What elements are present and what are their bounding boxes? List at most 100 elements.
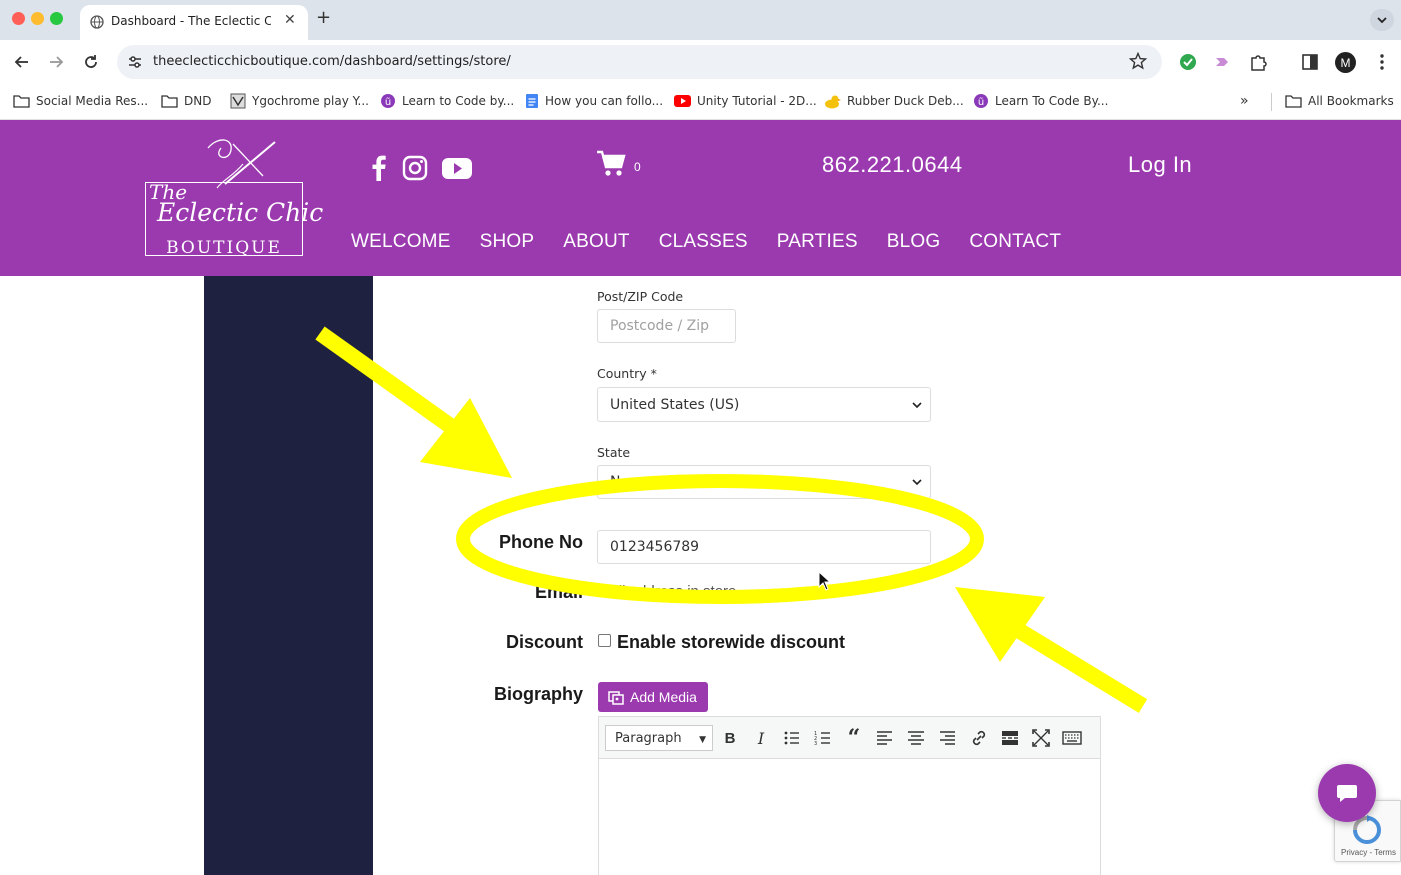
zip-input[interactable]: Postcode / Zip [597,309,736,343]
nav-parties[interactable]: PARTIES [777,231,858,253]
bookmark-item[interactable]: DND [161,92,211,110]
align-right-icon[interactable] [936,727,958,749]
keyboard-icon[interactable] [1061,727,1083,749]
login-link[interactable]: Log In [1128,152,1192,178]
country-label: Country * [597,366,657,381]
bookmark-label: Rubber Duck Deb... [847,94,964,108]
maximize-window-button[interactable] [50,12,63,25]
all-bookmarks-label: All Bookmarks [1308,94,1394,108]
logo-sub-text: BOUTIQUE [166,238,282,258]
bookmark-label: How you can follo... [545,94,664,108]
nav-welcome[interactable]: WELCOME [351,231,451,253]
nav-classes[interactable]: CLASSES [659,231,748,253]
dashboard-sidebar [204,276,373,875]
menu-kebab-icon[interactable] [1372,52,1392,72]
chat-bubble-icon [1337,785,1357,802]
state-select[interactable]: N [597,465,931,499]
bookmark-label: Learn to Code by... [402,94,515,108]
bookmark-item[interactable]: ũ Learn to Code by... [380,92,514,110]
arrow-right-shaft [1000,615,1148,713]
tab-title: Dashboard - The Eclectic Chic [111,14,271,28]
close-tab-icon[interactable]: ✕ [284,12,296,28]
instagram-icon[interactable] [400,153,430,183]
extension-arrow-icon[interactable] [1212,52,1232,72]
bookmark-item[interactable]: How you can follo... [525,92,663,110]
recaptcha-text[interactable]: Privacy - Terms [1341,848,1396,857]
chevron-down-icon [912,401,922,408]
align-center-icon[interactable] [905,727,927,749]
state-value: N [610,474,621,490]
bookmark-item[interactable]: Ygochrome play Y... [230,92,369,110]
close-window-button[interactable] [12,12,25,25]
extension-green-check-icon[interactable] [1178,52,1198,72]
numbered-list-icon[interactable]: 123 [812,727,834,749]
storewide-discount-checkbox[interactable] [598,634,611,647]
editor-toolbar: Paragraph ▼ B I 123 “ [599,717,1100,759]
url-text: theeclecticchicboutique.com/dashboard/se… [153,54,511,69]
site-info-icon[interactable] [127,54,143,70]
new-tab-icon[interactable]: + [316,7,331,28]
facebook-icon[interactable] [364,153,394,183]
bullet-list-icon[interactable] [781,727,803,749]
bookmarks-overflow-icon[interactable]: » [1240,92,1249,110]
site-logo[interactable]: The Eclectic Chic BOUTIQUE [145,136,323,258]
svg-text:ũ: ũ [978,97,984,108]
bookmark-item[interactable]: ũ Learn To Code By... [973,92,1108,110]
state-label: State [597,445,631,460]
folder-icon [1285,95,1302,108]
bookmark-item[interactable]: Unity Tutorial - 2D... [674,92,817,110]
cart-icon[interactable] [596,150,626,178]
caret-down-icon: ▼ [699,735,706,745]
arrow-left-head [420,398,512,478]
bookmark-item[interactable]: Social Media Res... [13,92,148,110]
bookmark-item[interactable]: Rubber Duck Deb... [824,92,964,110]
format-select-value: Paragraph [615,730,682,746]
format-select[interactable]: Paragraph ▼ [605,725,713,751]
bookmark-label: Social Media Res... [36,94,149,108]
bold-icon[interactable]: B [719,727,741,749]
phone-number-link[interactable]: 862.221.0644 [822,152,963,178]
country-select[interactable]: United States (US) [597,387,931,422]
youtube-social-icon[interactable] [441,153,473,183]
nav-contact[interactable]: CONTACT [969,231,1061,253]
extensions-puzzle-icon[interactable] [1248,52,1268,72]
bookmark-label: Learn To Code By... [995,94,1109,108]
storewide-discount-label[interactable]: Enable storewide discount [617,632,845,653]
folder-icon [13,95,30,108]
browser-tab[interactable]: Dashboard - The Eclectic Chic ✕ [80,5,308,40]
bookmark-label: DND [184,94,212,108]
link-icon[interactable] [968,727,990,749]
bookmark-star-icon[interactable] [1129,52,1147,70]
chat-button[interactable] [1318,764,1376,822]
fullscreen-icon[interactable] [1030,727,1052,749]
add-media-button[interactable]: Add Media [598,682,708,712]
blockquote-icon[interactable]: “ [843,725,865,751]
screen: Dashboard - The Eclectic Chic ✕ + theecl… [0,0,1401,875]
align-left-icon[interactable] [874,727,896,749]
bookmark-label: Unity Tutorial - 2D... [697,94,817,108]
biography-editor[interactable]: Paragraph ▼ B I 123 “ [598,716,1101,875]
site-icon [230,93,246,109]
forward-arrow-icon[interactable] [46,52,66,72]
arrow-right-head [955,587,1045,662]
media-icon [608,691,624,705]
mouse-cursor-icon [818,571,832,591]
bookmarks-divider [1271,93,1272,111]
read-more-icon[interactable] [999,727,1021,749]
tab-search-icon[interactable] [1370,9,1394,31]
folder-icon [161,95,178,108]
italic-icon[interactable]: I [750,727,772,749]
reload-icon[interactable] [81,52,101,72]
phone-label: Phone No [499,532,583,552]
nav-blog[interactable]: BLOG [887,231,941,253]
all-bookmarks-button[interactable]: All Bookmarks [1285,92,1394,110]
back-arrow-icon[interactable] [12,52,32,72]
minimize-window-button[interactable] [31,12,44,25]
phone-input[interactable]: 0123456789 [597,530,931,564]
profile-avatar[interactable]: M [1335,52,1356,73]
nav-shop[interactable]: SHOP [480,231,535,253]
address-bar[interactable]: theeclecticchicboutique.com/dashboard/se… [117,45,1162,79]
side-panel-icon[interactable] [1300,52,1320,72]
nav-about[interactable]: ABOUT [563,231,629,253]
email-note: mail address in store [598,583,737,600]
